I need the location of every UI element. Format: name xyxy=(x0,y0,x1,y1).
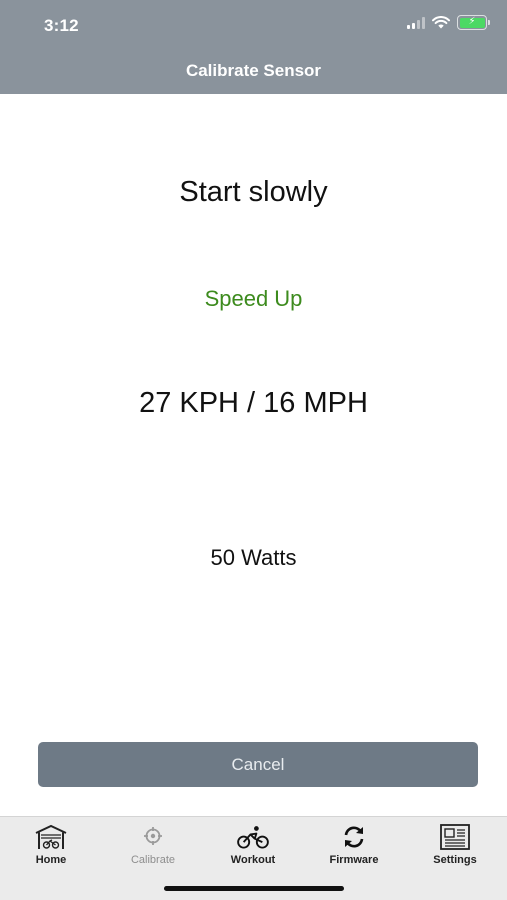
cyclist-icon xyxy=(237,826,269,849)
tab-label-settings: Settings xyxy=(433,854,477,866)
power-readout: 50 Watts xyxy=(210,545,297,570)
wifi-icon xyxy=(432,16,450,29)
home-indicator[interactable] xyxy=(164,886,344,891)
tab-label-home: Home xyxy=(35,854,67,866)
tab-home[interactable]: Home xyxy=(11,823,91,873)
garage-bike-icon xyxy=(35,824,67,849)
refresh-icon xyxy=(344,826,364,848)
calibration-status-message: Speed Up xyxy=(204,286,303,311)
tab-calibrate[interactable]: Calibrate xyxy=(113,823,193,873)
cancel-button[interactable]: Cancel xyxy=(38,742,478,787)
battery-icon: ⚡ xyxy=(457,15,490,30)
cellular-signal-icon xyxy=(407,16,425,29)
tab-firmware[interactable]: Firmware xyxy=(314,823,394,873)
status-bar-icons: ⚡ xyxy=(407,15,490,30)
page-title: Calibrate Sensor xyxy=(185,61,322,80)
newspaper-icon xyxy=(440,824,470,850)
speed-readout: 27 KPH / 16 MPH xyxy=(139,387,368,419)
tab-workout[interactable]: Workout xyxy=(213,823,293,873)
status-bar-time: 3:12 xyxy=(44,16,79,35)
calibration-instruction: Start slowly xyxy=(179,176,328,208)
crosshair-icon xyxy=(144,827,162,845)
tab-label-firmware: Firmware xyxy=(329,854,379,866)
tab-label-workout: Workout xyxy=(230,854,276,866)
tab-settings[interactable]: Settings xyxy=(415,823,495,873)
app-header: 3:12 ⚡ Calibrate Sensor xyxy=(0,0,507,94)
calibration-panel: Start slowly Speed Up 27 KPH / 16 MPH 50… xyxy=(0,94,507,816)
tab-label-calibrate: Calibrate xyxy=(130,854,176,866)
